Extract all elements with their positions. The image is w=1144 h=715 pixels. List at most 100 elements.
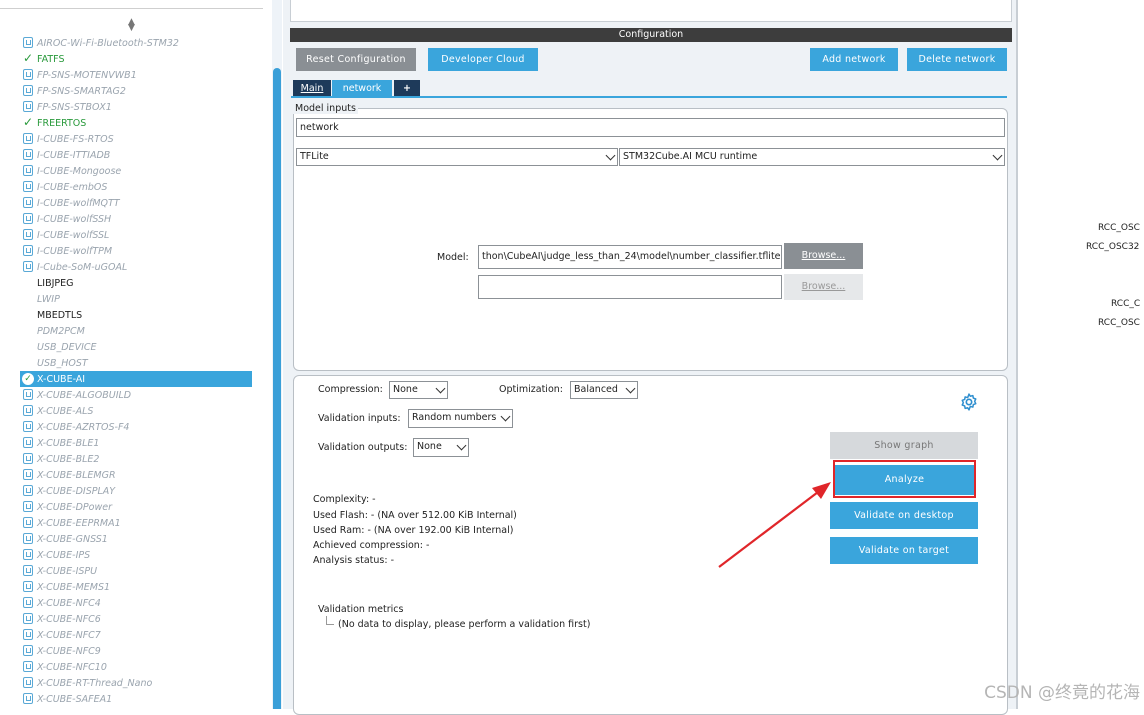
package-icon (22, 645, 34, 657)
settings-gear-icon[interactable] (959, 392, 979, 412)
show-graph-button[interactable]: Show graph (830, 432, 978, 459)
scrollbar-thumb[interactable] (273, 68, 281, 709)
component-item[interactable]: X-CUBE-DPower (20, 499, 252, 515)
achieved-compression-text: Achieved compression: - (313, 540, 430, 551)
package-icon (22, 677, 34, 689)
component-item[interactable]: X-CUBE-RT-Thread_Nano (20, 675, 252, 691)
tab-main[interactable]: Main (293, 80, 331, 97)
component-item[interactable]: FP-SNS-MOTENVWB1 (20, 67, 252, 83)
validation-outputs-label: Validation outputs: (318, 442, 408, 453)
component-item[interactable]: LWIP (20, 291, 252, 307)
component-item[interactable]: USB_HOST (20, 355, 252, 371)
component-item[interactable]: X-CUBE-GNSS1 (20, 531, 252, 547)
component-item[interactable]: X-CUBE-NFC6 (20, 611, 252, 627)
model-path-input[interactable]: thon\CubeAI\judge_less_than_24\model\num… (478, 245, 782, 269)
component-label: X-CUBE-NFC6 (37, 613, 101, 625)
validation-inputs-select[interactable]: Random numbers (408, 409, 513, 428)
tab-add[interactable]: + (394, 80, 420, 97)
used-ram-text: Used Ram: - (NA over 192.00 KiB Internal… (313, 525, 514, 536)
component-item[interactable]: I-CUBE-embOS (20, 179, 252, 195)
validation-outputs-select[interactable]: None (413, 438, 469, 457)
component-item[interactable]: I-CUBE-wolfTPM (20, 243, 252, 259)
component-label: FATFS (37, 53, 65, 65)
model-inputs-legend: Model inputs (293, 103, 358, 114)
optimization-select[interactable]: Balanced (570, 381, 638, 399)
compression-select[interactable]: None (389, 381, 448, 399)
component-item[interactable]: X-CUBE-EEPRMA1 (20, 515, 252, 531)
validate-desktop-button[interactable]: Validate on desktop (830, 502, 978, 529)
developer-cloud-button[interactable]: Developer Cloud (428, 48, 538, 71)
component-item[interactable]: LIBJPEG (20, 275, 252, 291)
component-item[interactable]: FP-SNS-STBOX1 (20, 99, 252, 115)
component-label: FREERTOS (37, 117, 87, 129)
component-item[interactable]: X-CUBE-ALS (20, 403, 252, 419)
component-item[interactable]: X-CUBE-BLEMGR (20, 467, 252, 483)
runtime-select[interactable]: STM32Cube.AI MCU runtime (619, 148, 1005, 166)
component-item[interactable]: X-CUBE-NFC9 (20, 643, 252, 659)
component-item[interactable]: I-CUBE-Mongoose (20, 163, 252, 179)
tab-network[interactable]: network (332, 80, 392, 97)
component-item[interactable]: MBEDTLS (20, 307, 252, 323)
component-item[interactable]: X-CUBE-DISPLAY (20, 483, 252, 499)
validation-no-data-text: (No data to display, please perform a va… (338, 619, 591, 630)
component-label: X-CUBE-IPS (37, 549, 91, 561)
chevron-down-icon (456, 440, 467, 451)
validate-target-button[interactable]: Validate on target (830, 537, 978, 564)
component-item[interactable]: PDM2PCM (20, 323, 252, 339)
reset-configuration-button[interactable]: Reset Configuration (296, 48, 416, 71)
validation-inputs-value: Random numbers (412, 412, 497, 423)
component-item[interactable]: USB_DEVICE (20, 339, 252, 355)
components-panel: ▲ ▼ AIROC-Wi-Fi-Bluetooth-STM32 ✓ FATFS FP-S… (0, 0, 282, 709)
component-item[interactable]: ✓ FREERTOS (20, 115, 252, 131)
scrollbar[interactable] (272, 0, 282, 709)
component-item[interactable]: X-CUBE-BLE1 (20, 435, 252, 451)
validation-metrics-title: Validation metrics (318, 604, 404, 615)
component-item[interactable]: X-CUBE-BLE2 (20, 451, 252, 467)
component-label: X-CUBE-NFC4 (37, 597, 101, 609)
browse-model-button[interactable]: Browse... (784, 243, 863, 269)
package-icon (22, 133, 34, 145)
component-item[interactable]: I-Cube-SoM-uGOAL (20, 259, 252, 275)
package-icon (22, 565, 34, 577)
browse-second-button[interactable]: Browse... (784, 274, 863, 300)
chevron-down-icon (625, 383, 636, 394)
chevron-down-icon (435, 383, 446, 394)
component-label: X-CUBE-ISPU (37, 565, 98, 577)
component-item[interactable]: AIROC-Wi-Fi-Bluetooth-STM32 (20, 35, 252, 51)
delete-network-button[interactable]: Delete network (907, 48, 1007, 71)
optimization-label: Optimization: (499, 384, 563, 395)
component-item[interactable]: I-CUBE-wolfMQTT (20, 195, 252, 211)
pin-label: RCC_OSC (1098, 318, 1140, 328)
component-item[interactable]: X-CUBE-ALGOBUILD (20, 387, 252, 403)
component-label: X-CUBE-BLEMGR (37, 469, 116, 481)
component-item[interactable]: X-CUBE-NFC4 (20, 595, 252, 611)
package-icon (22, 229, 34, 241)
component-item[interactable]: X-CUBE-NFC10 (20, 659, 252, 675)
pin-label: RCC_OSC (1098, 223, 1140, 233)
second-path-input[interactable] (478, 275, 782, 299)
component-item[interactable]: X-CUBE-ISPU (20, 563, 252, 579)
component-item[interactable]: X-CUBE-SAFEA1 (20, 691, 252, 707)
component-item[interactable]: I-CUBE-FS-RTOS (20, 131, 252, 147)
top-panel (290, 0, 1012, 22)
package-icon (22, 533, 34, 545)
component-label: I-CUBE-wolfTPM (37, 245, 113, 257)
component-item[interactable]: I-CUBE-ITTIADB (20, 147, 252, 163)
component-item[interactable]: FP-SNS-SMARTAG2 (20, 83, 252, 99)
component-item[interactable]: I-CUBE-wolfSSL (20, 227, 252, 243)
component-item[interactable]: ✓ X-CUBE-AI (20, 371, 252, 387)
component-item[interactable]: ✓ FATFS (20, 51, 252, 67)
network-name-input[interactable]: network (296, 118, 1005, 137)
component-item[interactable]: X-CUBE-IPS (20, 547, 252, 563)
add-network-button[interactable]: Add network (810, 48, 898, 71)
package-icon (22, 437, 34, 449)
component-item[interactable]: I-CUBE-wolfSSH (20, 211, 252, 227)
component-label: X-CUBE-AI (37, 373, 86, 385)
framework-select[interactable]: TFLite (296, 148, 618, 166)
component-item[interactable]: X-CUBE-NFC7 (20, 627, 252, 643)
component-item[interactable]: X-CUBE-AZRTOS-F4 (20, 419, 252, 435)
component-item[interactable]: X-CUBE-MEMS1 (20, 579, 252, 595)
sort-arrows-icon[interactable]: ▲ ▼ (128, 18, 135, 33)
